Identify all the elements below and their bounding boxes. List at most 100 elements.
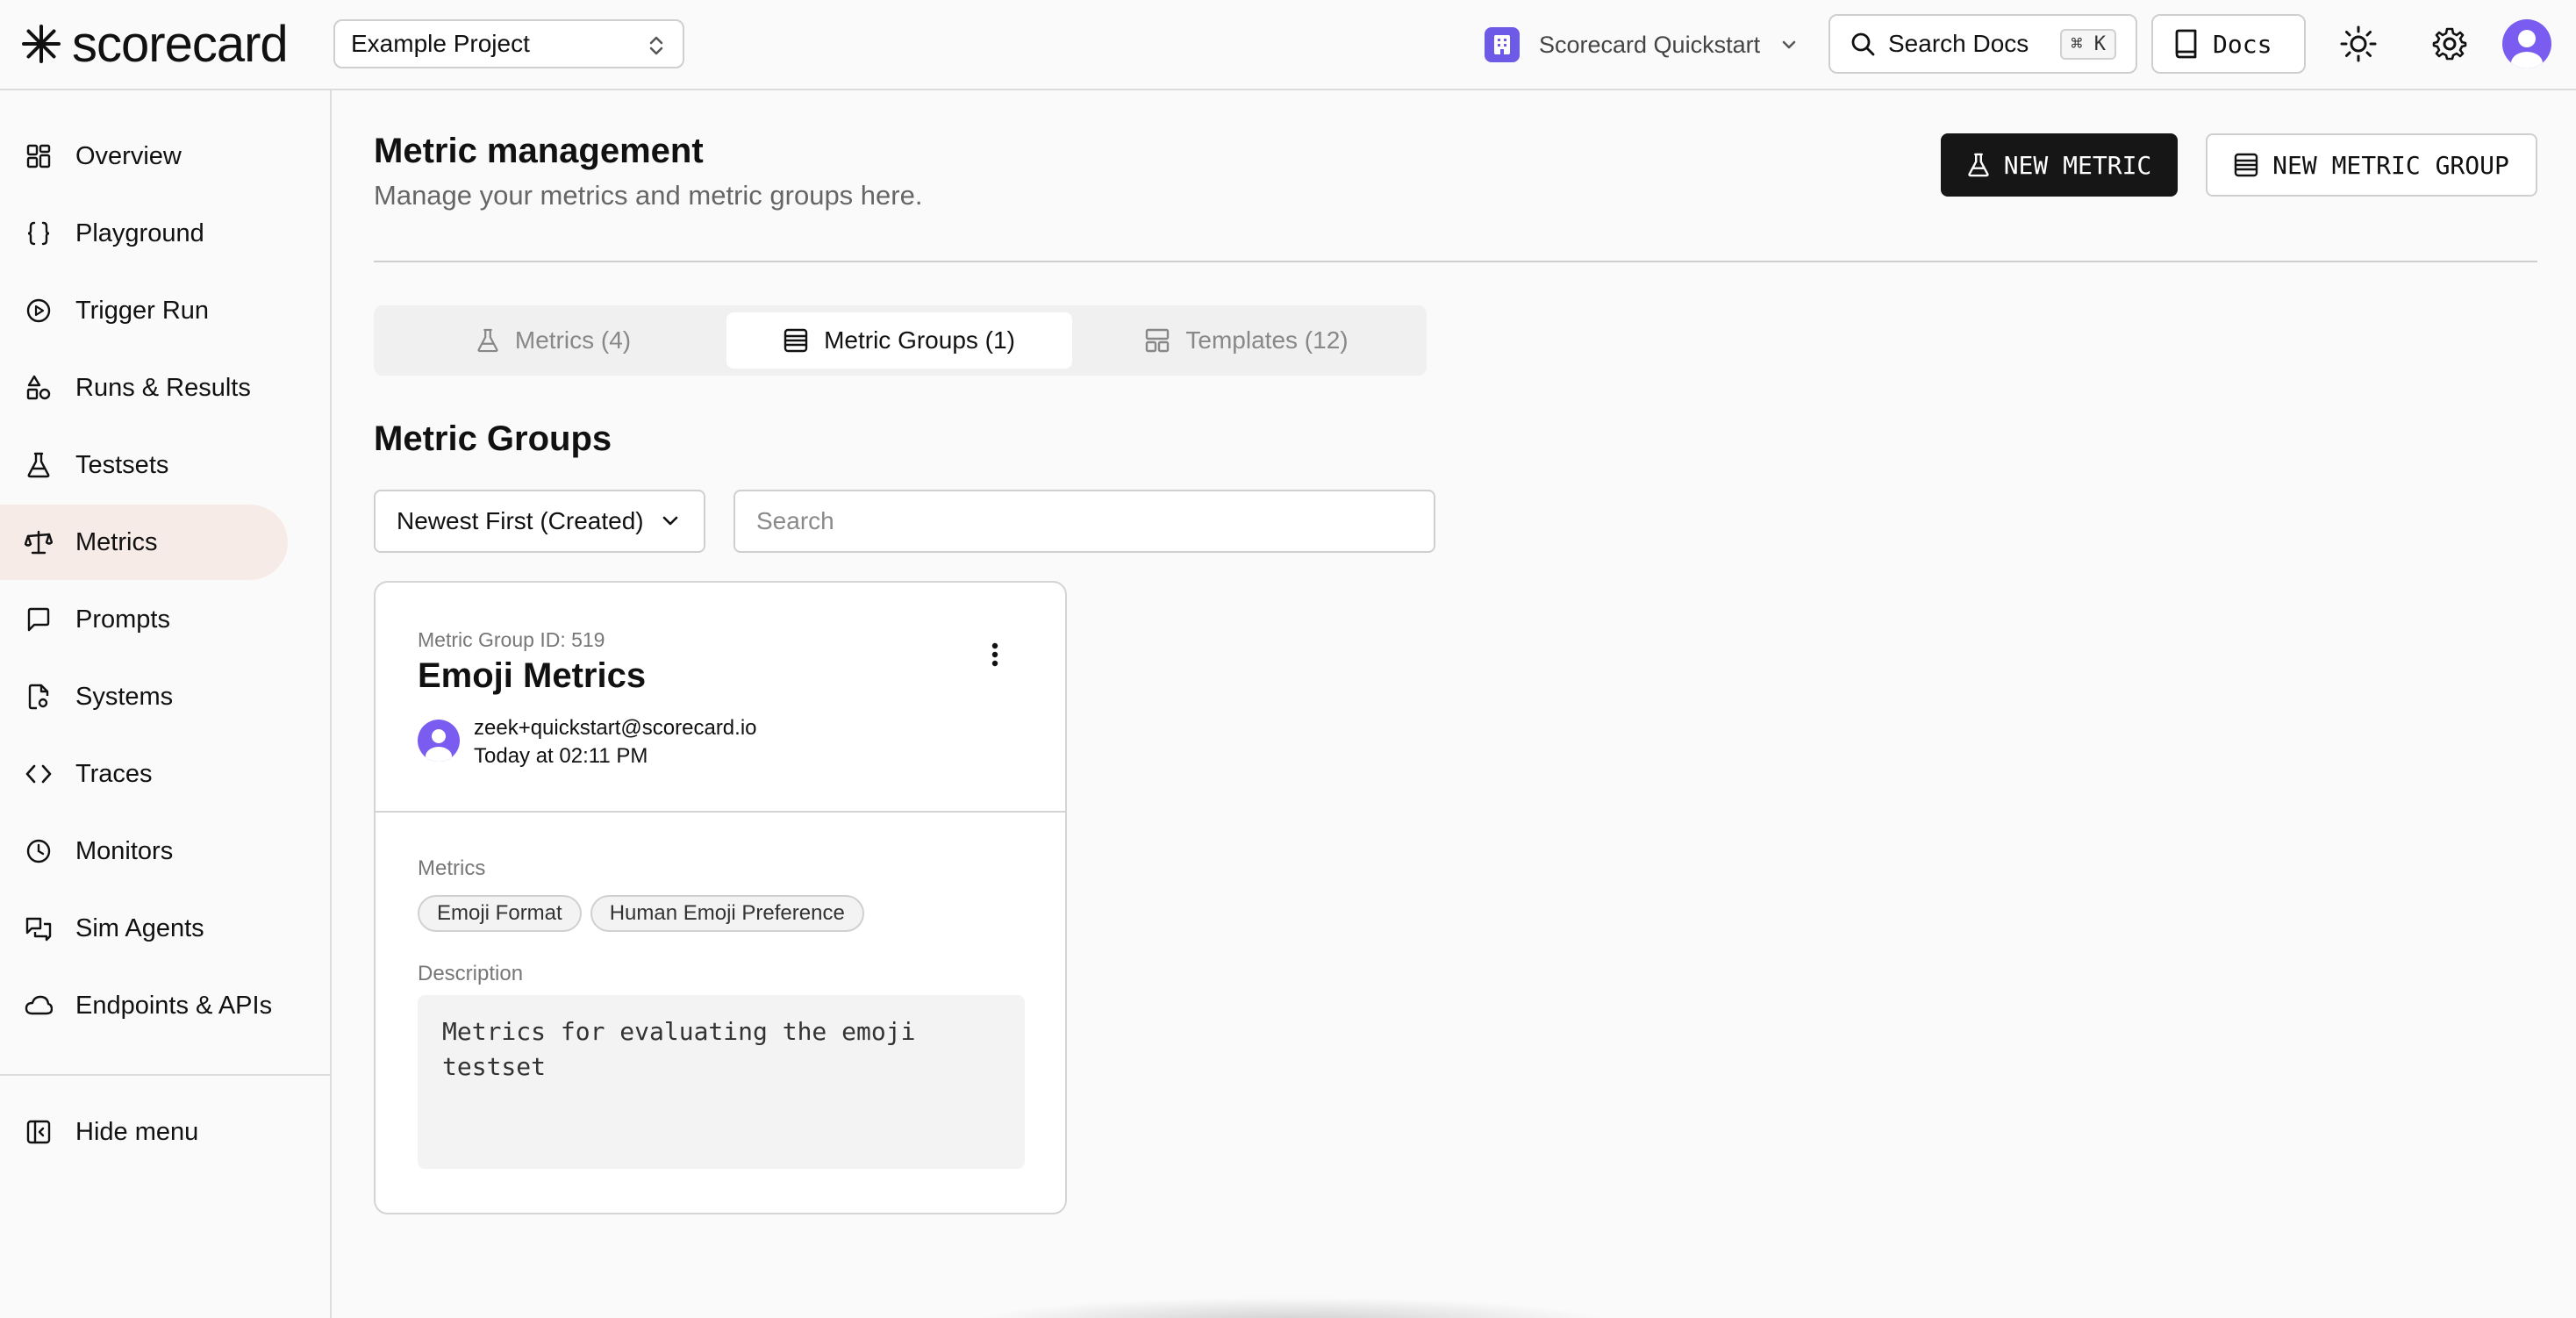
new-metric-label: NEW METRIC <box>2003 150 2152 180</box>
search-icon <box>1850 31 1876 57</box>
sidebar-item-overview[interactable]: Overview <box>0 118 288 194</box>
sidebar-item-label: Overview <box>75 141 182 170</box>
braces-icon <box>25 219 53 247</box>
bottom-shadow <box>965 1297 1614 1318</box>
kebab-menu-icon <box>991 642 998 667</box>
logo-text: scorecard <box>72 15 289 73</box>
book-icon <box>2172 29 2199 59</box>
sidebar-item-metrics[interactable]: Metrics <box>0 505 288 580</box>
flask-icon <box>1967 152 1990 178</box>
sidebar-item-label: Traces <box>75 759 153 788</box>
sort-select-value: Newest First (Created) <box>397 507 644 534</box>
sidebar-item-playground[interactable]: Playground <box>0 196 288 271</box>
metric-group-card[interactable]: Metric Group ID: 519 Emoji Metrics zeek+… <box>374 581 1067 1214</box>
project-select[interactable]: Example Project <box>333 19 684 68</box>
docs-button[interactable]: Docs <box>2151 14 2306 74</box>
header-divider <box>374 261 2537 262</box>
group-name: Emoji Metrics <box>418 656 647 695</box>
scorecard-logo[interactable]: scorecard <box>21 15 289 73</box>
sidebar-item-label: Playground <box>75 218 204 247</box>
tab-label: Templates (12) <box>1185 326 1349 354</box>
project-select-value: Example Project <box>351 30 530 57</box>
list-icon <box>784 328 808 353</box>
list-icon <box>2234 153 2258 177</box>
description-text: Metrics for evaluating the emoji testset <box>418 995 1025 1169</box>
gear-icon <box>2432 26 2467 61</box>
card-header: Metric Group ID: 519 Emoji Metrics zeek+… <box>376 583 1065 813</box>
sidebar-item-endpoints-apis[interactable]: Endpoints & APIs <box>0 968 288 1043</box>
sun-icon <box>2340 25 2377 62</box>
top-header: scorecard Example Project Scorecard Quic… <box>0 0 2576 90</box>
sidebar-item-testsets[interactable]: Testsets <box>0 427 288 503</box>
sidebar-item-label: Endpoints & APIs <box>75 991 273 1020</box>
sort-select[interactable]: Newest First (Created) <box>374 490 705 553</box>
more-options-button[interactable] <box>977 637 1013 672</box>
sidebar-item-systems[interactable]: Systems <box>0 659 288 734</box>
metrics-label: Metrics <box>418 856 486 880</box>
shapes-icon <box>25 374 53 402</box>
file-cog-icon <box>25 683 53 711</box>
group-id: Metric Group ID: 519 <box>418 628 605 651</box>
flask-icon <box>25 451 53 479</box>
cloud-icon <box>25 992 53 1020</box>
new-metric-group-label: NEW METRIC GROUP <box>2272 150 2509 180</box>
theme-toggle-button[interactable] <box>2336 21 2381 67</box>
created-date: Today at 02:11 PM <box>474 744 648 768</box>
messages-icon <box>25 914 53 942</box>
tab-metric-groups[interactable]: Metric Groups (1) <box>726 312 1072 369</box>
clock-icon <box>25 837 53 865</box>
org-name: Scorecard Quickstart <box>1539 31 1761 58</box>
sidebar-item-monitors[interactable]: Monitors <box>0 813 288 889</box>
search-input[interactable] <box>733 490 1435 553</box>
sidebar-item-trigger-run[interactable]: Trigger Run <box>0 273 288 348</box>
chevron-up-down-icon <box>646 33 667 58</box>
tab-label: Metric Groups (1) <box>824 326 1015 354</box>
page-title: Metric management <box>374 132 704 170</box>
sidebar-item-label: Runs & Results <box>75 373 251 402</box>
search-docs-button[interactable]: Search Docs ⌘ K <box>1828 14 2137 74</box>
metric-chip: Human Emoji Preference <box>590 895 864 932</box>
owner-avatar <box>418 720 460 762</box>
hide-menu-label: Hide menu <box>75 1117 199 1146</box>
sidebar-item-label: Trigger Run <box>75 296 210 325</box>
sidebar-item-prompts[interactable]: Prompts <box>0 582 288 657</box>
settings-button[interactable] <box>2427 21 2472 67</box>
grid-icon <box>25 142 53 170</box>
play-circle-icon <box>25 297 53 325</box>
owner-email: zeek+quickstart@scorecard.io <box>474 716 757 740</box>
new-metric-button[interactable]: NEW METRIC <box>1941 133 2178 197</box>
page-subtitle: Manage your metrics and metric groups he… <box>374 180 923 211</box>
tab-templates[interactable]: Templates (12) <box>1074 312 1420 369</box>
keyboard-shortcut: ⌘ K <box>2060 28 2116 60</box>
hide-menu-button[interactable]: Hide menu <box>0 1094 288 1170</box>
sidebar-item-label: Sim Agents <box>75 913 204 942</box>
metric-chip: Emoji Format <box>418 895 582 932</box>
sidebar-item-label: Metrics <box>75 527 158 556</box>
section-title: Metric Groups <box>374 419 612 458</box>
tab-metrics[interactable]: Metrics (4) <box>381 312 726 369</box>
flask-icon <box>476 327 499 354</box>
docs-label: Docs <box>2213 29 2272 59</box>
user-avatar[interactable] <box>2502 19 2551 68</box>
chevron-down-icon <box>660 511 681 532</box>
sidebar-item-label: Systems <box>75 682 174 711</box>
code-icon <box>25 760 53 788</box>
sidebar-item-sim-agents[interactable]: Sim Agents <box>0 891 288 966</box>
sidebar-item-traces[interactable]: Traces <box>0 736 288 812</box>
sidebar-item-runs-results[interactable]: Runs & Results <box>0 350 288 426</box>
sidebar-item-label: Monitors <box>75 836 174 865</box>
sidebar: Overview Playground Trigger Run Runs & R… <box>0 90 332 1318</box>
sidebar-item-label: Prompts <box>75 605 170 634</box>
sidebar-divider <box>0 1074 332 1076</box>
search-docs-label: Search Docs <box>1888 30 2029 57</box>
metric-chips: Emoji Format Human Emoji Preference <box>418 895 864 932</box>
layout-template-icon <box>1145 328 1170 353</box>
org-switcher[interactable]: Scorecard Quickstart <box>1485 25 1799 65</box>
message-square-icon <box>25 605 53 634</box>
panel-left-icon <box>25 1118 53 1146</box>
new-metric-group-button[interactable]: NEW METRIC GROUP <box>2206 133 2537 197</box>
scale-icon <box>25 528 53 556</box>
sidebar-item-label: Testsets <box>75 450 169 479</box>
description-label: Description <box>418 962 524 985</box>
building-icon <box>1485 27 1520 62</box>
